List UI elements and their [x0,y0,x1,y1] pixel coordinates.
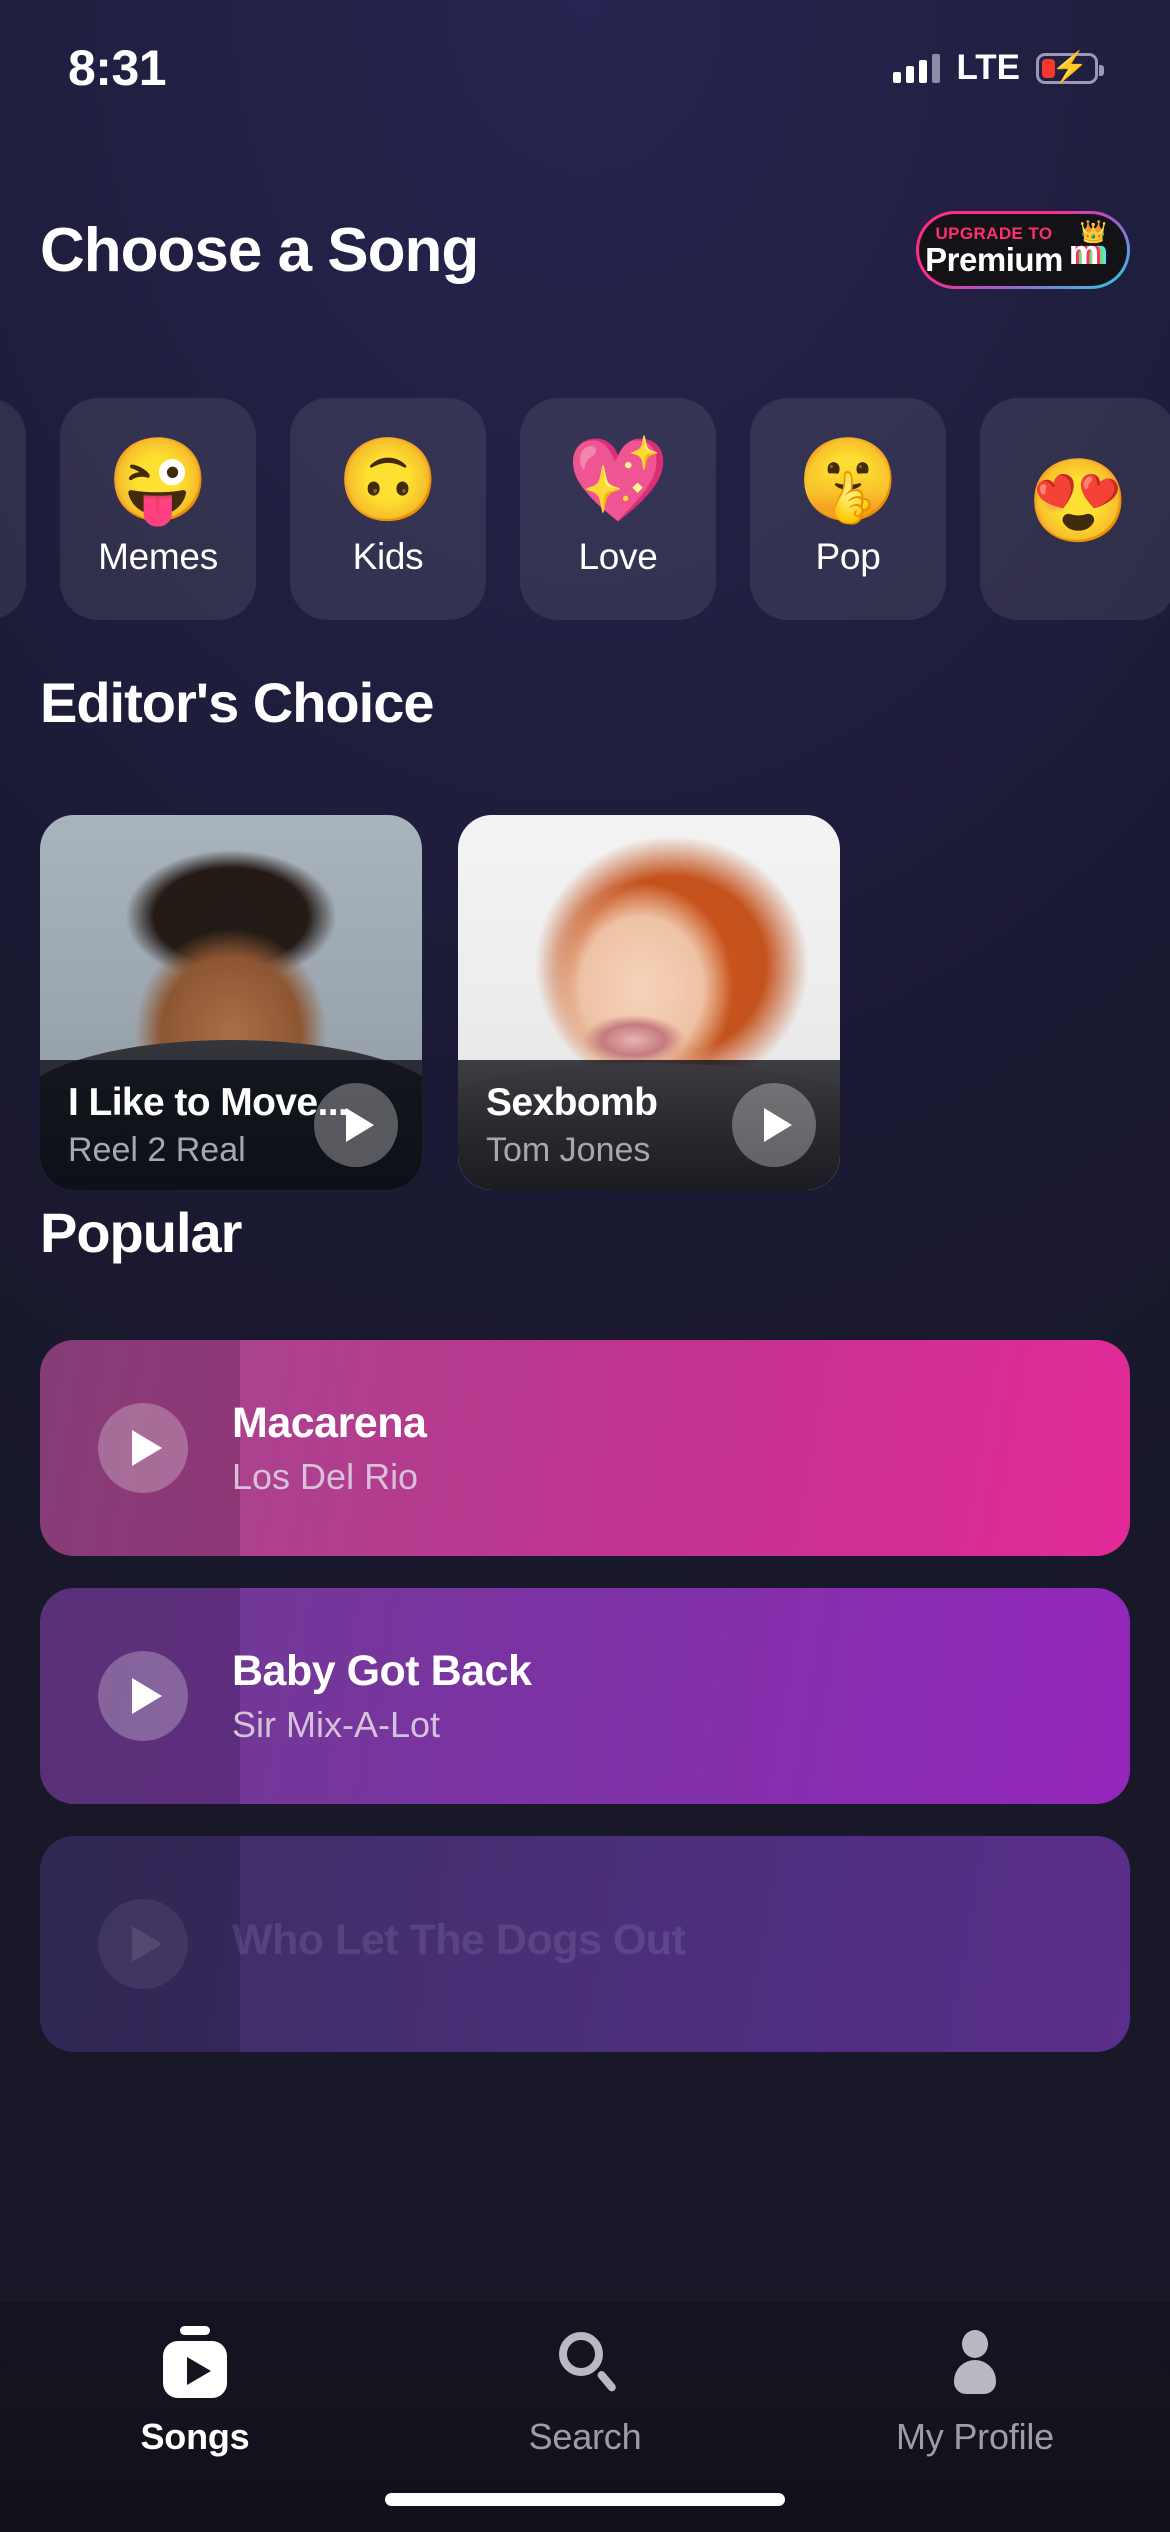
m-letter-stack: m m m m [1069,236,1117,276]
play-button[interactable] [98,1403,188,1493]
category-label-love: Love [578,536,658,577]
section-title-editors-choice: Editor's Choice [40,671,434,734]
list-item-meta: Who Let The Dogs Out [232,1915,686,1973]
card-caption: Sexbomb Tom Jones [458,1060,840,1190]
premium-plan-label: Premium [925,240,1063,278]
search-icon [553,2326,618,2398]
category-chip-memes[interactable]: 😜 Memes [60,398,256,620]
signal-bars-icon [893,53,941,83]
tab-search[interactable]: Search [465,2326,705,2458]
popular-list-item-1[interactable]: Baby Got Back Sir Mix-A-Lot [40,1588,1130,1804]
card-caption: I Like to Move... Reel 2 Real [40,1060,422,1190]
card-meta: Sexbomb Tom Jones [486,1080,658,1170]
category-chip-love[interactable]: 💖 Love [520,398,716,620]
partial-emoji-icon: 😍 [1026,456,1130,547]
popular-list-item-2[interactable]: Who Let The Dogs Out [40,1836,1130,2052]
play-button[interactable] [98,1651,188,1741]
crowned-m-logo-icon: 👑 m m m m [1069,221,1117,278]
upgrade-premium-inner: UPGRADE TO Premium 👑 m m m m [919,214,1127,286]
play-icon [132,1678,162,1714]
network-type-label: LTE [956,48,1020,87]
popular-song-list: Macarena Los Del Rio Baby Got Back Sir M… [40,1340,1130,2084]
editors-choice-carousel[interactable]: I Like to Move... Reel 2 Real Sexbomb To… [40,815,1170,1190]
card-meta: I Like to Move... Reel 2 Real [68,1080,349,1170]
face-with-tongue-icon: 😜 [106,435,210,526]
editors-choice-card-0[interactable]: I Like to Move... Reel 2 Real [40,815,422,1190]
page-title: Choose a Song [40,215,479,285]
app-screen: 8:31 LTE ⚡ Choose a Song UPGRADE TO Prem… [0,0,1170,2532]
song-title: Macarena [232,1398,427,1447]
battery-charging-icon: ⚡ [1036,52,1104,84]
home-indicator[interactable] [385,2493,785,2506]
song-title: Baby Got Back [232,1646,532,1695]
person-icon [943,2326,1007,2398]
m-letter-white: m [1068,234,1100,272]
tab-my-profile[interactable]: My Profile [855,2326,1095,2458]
play-icon [763,1108,792,1142]
shushing-face-icon: 🤫 [796,435,900,526]
popular-list-item-0[interactable]: Macarena Los Del Rio [40,1340,1130,1556]
status-bar: 8:31 LTE ⚡ [0,0,1170,120]
premium-upgrade-label: UPGRADE TO [935,223,1053,243]
tab-label-my-profile: My Profile [895,2416,1055,2457]
play-icon [132,1926,162,1962]
song-title: Sexbomb [486,1080,658,1124]
play-button[interactable] [732,1083,816,1167]
category-chip-kids[interactable]: 🙃 Kids [290,398,486,620]
tab-label-search: Search [528,2416,642,2457]
play-icon [345,1108,374,1142]
premium-text-block: UPGRADE TO Premium [925,225,1063,276]
category-label-kids: Kids [352,536,424,577]
status-clock: 8:31 [68,40,167,96]
tab-songs[interactable]: Songs [75,2326,315,2458]
song-artist: Tom Jones [486,1130,651,1169]
category-chip-partial-right[interactable]: 😍 [980,398,1170,620]
upgrade-premium-button[interactable]: UPGRADE TO Premium 👑 m m m m [916,211,1130,289]
song-artist: Los Del Rio [232,1455,419,1497]
category-chip-pop[interactable]: 🤫 Pop [750,398,946,620]
category-label-pop: Pop [815,536,881,577]
tab-label-songs: Songs [140,2416,250,2457]
song-title: Who Let The Dogs Out [232,1915,686,1964]
upside-down-face-icon: 🙃 [336,435,440,526]
section-title-popular: Popular [40,1201,242,1264]
play-button[interactable] [314,1083,398,1167]
song-artist: Sir Mix-A-Lot [232,1703,441,1745]
songs-video-icon [163,2326,227,2398]
list-item-meta: Baby Got Back Sir Mix-A-Lot [232,1646,532,1746]
song-title: I Like to Move... [68,1080,349,1124]
list-item-meta: Macarena Los Del Rio [232,1398,427,1498]
play-icon [132,1430,162,1466]
category-chip-partial-left[interactable]: 😀 [0,398,26,620]
category-chip-row[interactable]: 😀 😜 Memes 🙃 Kids 💖 Love 🤫 Pop 😍 [0,398,1170,620]
category-label-memes: Memes [98,536,218,577]
song-artist: Reel 2 Real [68,1130,246,1169]
editors-choice-card-1[interactable]: Sexbomb Tom Jones [458,815,840,1190]
sparkling-heart-icon: 💖 [566,435,670,526]
page-header: Choose a Song UPGRADE TO Premium 👑 m m m… [0,190,1170,310]
status-indicators: LTE ⚡ [893,32,1104,88]
play-button[interactable] [98,1899,188,1989]
